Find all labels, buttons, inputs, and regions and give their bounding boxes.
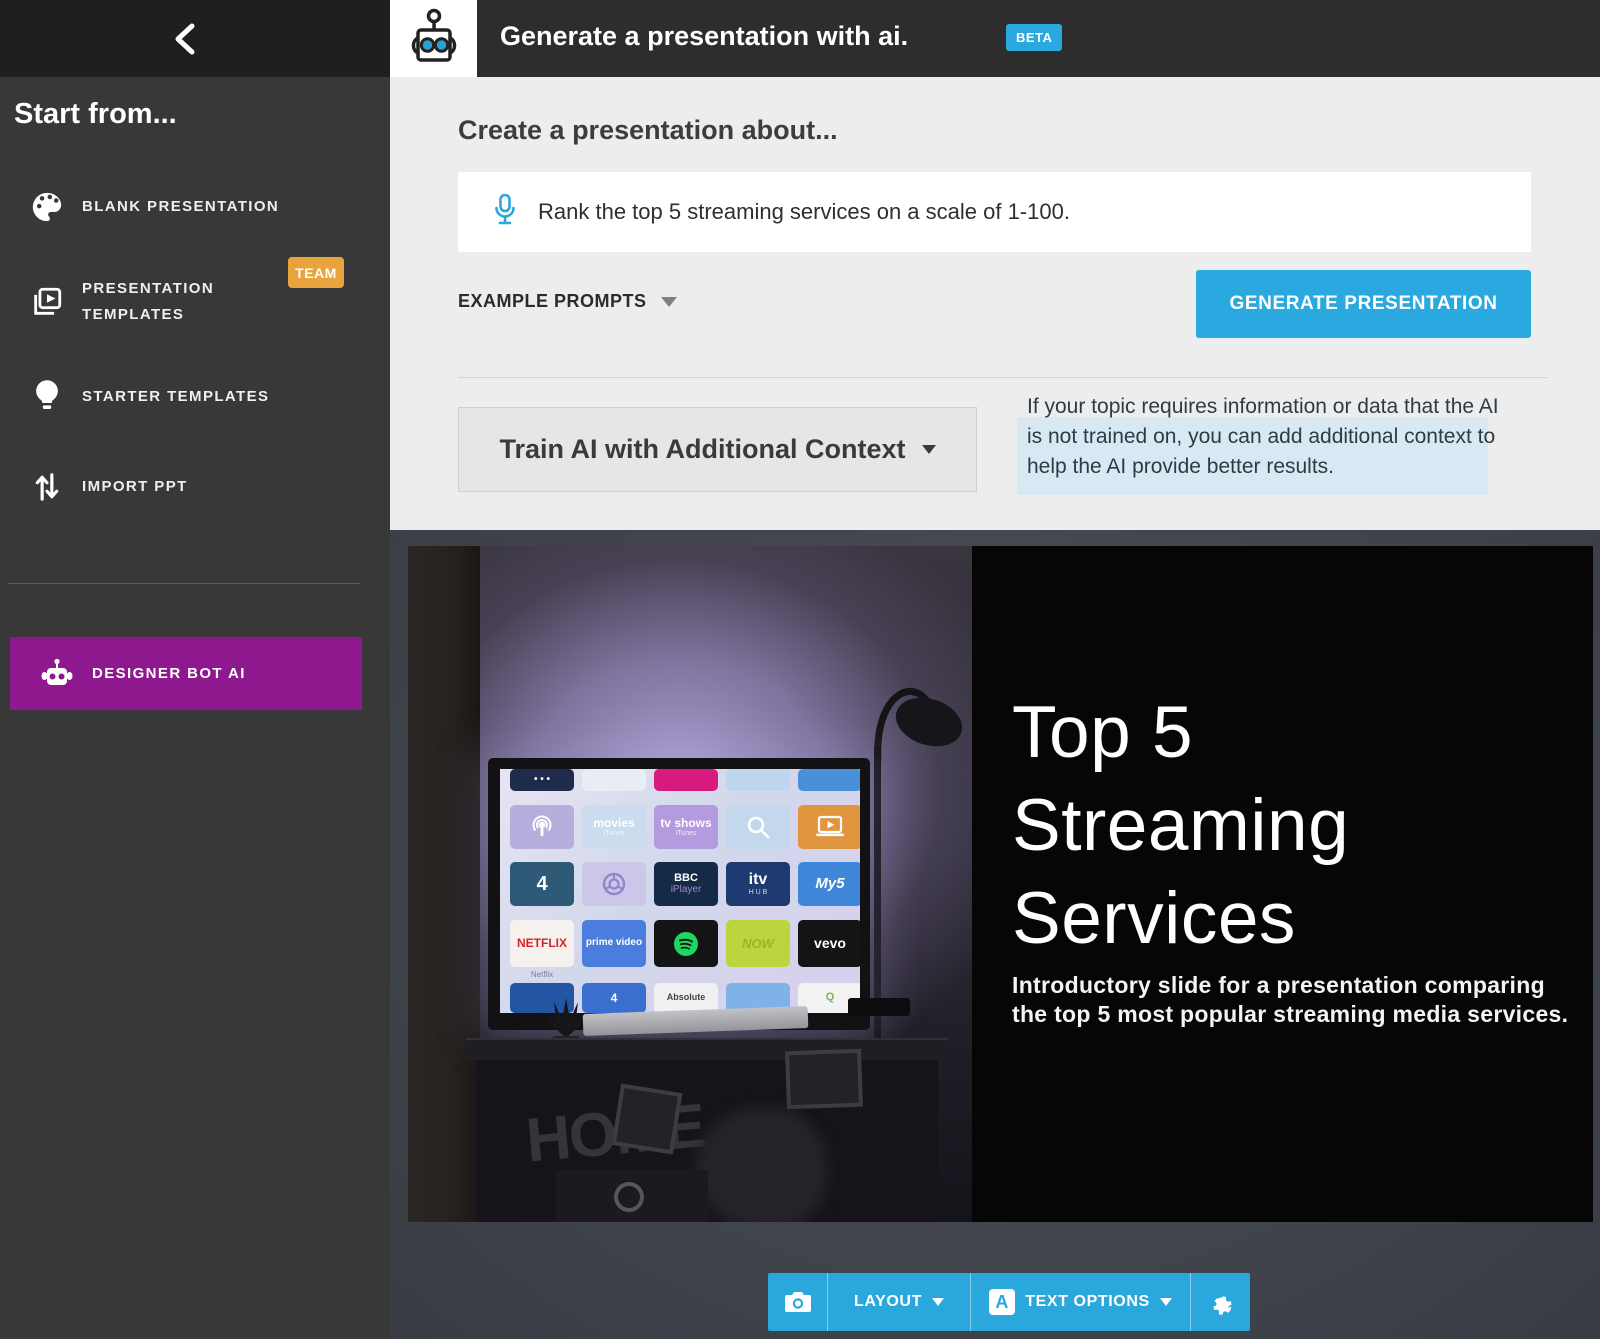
prompt-input[interactable]: Rank the top 5 streaming services on a s… bbox=[458, 172, 1531, 252]
app-window: Start from... BLANK PRESENTATION PRESENT… bbox=[0, 0, 1600, 1339]
dog-silhouette bbox=[696, 1108, 826, 1222]
back-chevron-icon[interactable] bbox=[168, 22, 204, 56]
slide-title[interactable]: Top 5 Streaming Services bbox=[972, 686, 1349, 965]
tv-app-tile: NOW bbox=[726, 920, 790, 967]
sidebar-item-label: BLANK PRESENTATION bbox=[82, 194, 279, 220]
sidebar-divider bbox=[8, 583, 360, 584]
camera-icon bbox=[784, 1290, 812, 1314]
sidebar-item-designer-bot-ai[interactable]: DESIGNER BOT AI bbox=[10, 637, 362, 710]
tv-app-tile: My5 bbox=[798, 862, 860, 906]
sidebar-top-bar bbox=[0, 0, 390, 77]
sidebar: Start from... BLANK PRESENTATION PRESENT… bbox=[0, 0, 390, 1339]
robot-icon bbox=[38, 658, 76, 690]
tv-stand: HOME bbox=[466, 1038, 948, 1222]
tv-app-tile: NETFLIX bbox=[510, 920, 574, 967]
train-ai-label: Train AI with Additional Context bbox=[500, 434, 906, 465]
tv-app-row: • • • bbox=[510, 769, 860, 791]
tv-app-tile bbox=[582, 769, 646, 791]
tv-app-tile bbox=[726, 805, 790, 849]
tv-app-tile: BBCiPlayer bbox=[654, 862, 718, 906]
picture-frame bbox=[785, 1049, 863, 1110]
tv-app-tile: tv showsiTunes bbox=[654, 805, 718, 849]
robot-logo-icon bbox=[406, 8, 462, 70]
create-heading: Create a presentation about... bbox=[458, 115, 838, 146]
slide-photo: • • • moviesiTunestv showsiTunes 4 BBCiPlay… bbox=[408, 546, 972, 1222]
tv-app-row: 4 BBCiPlayeritvH U BMy5 bbox=[510, 862, 860, 906]
drawer bbox=[556, 1170, 708, 1222]
tv-app-row: moviesiTunestv showsiTunes bbox=[510, 805, 860, 849]
tv-app-tile bbox=[510, 805, 574, 849]
example-prompts-label: EXAMPLE PROMPTS bbox=[458, 291, 647, 312]
text-options-label: TEXT OPTIONS bbox=[1025, 1293, 1150, 1311]
slide-workspace: • • • moviesiTunestv showsiTunes 4 BBCiPlay… bbox=[390, 530, 1600, 1339]
sidebar-item-blank-presentation[interactable]: BLANK PRESENTATION bbox=[0, 178, 390, 236]
tv-app-tile bbox=[582, 862, 646, 906]
sidebar-item-label: STARTER TEMPLATES bbox=[82, 384, 269, 410]
tv-app-row: NETFLIXprime video NOWvevo bbox=[510, 920, 860, 967]
beta-badge: BETA bbox=[1006, 24, 1062, 51]
panel-divider bbox=[458, 377, 1548, 378]
templates-icon bbox=[28, 285, 66, 319]
sidebar-item-presentation-templates[interactable]: PRESENTATION TEMPLATES TEAM bbox=[0, 272, 390, 332]
chevron-down-icon bbox=[661, 297, 677, 307]
tv-app-tile: moviesiTunes bbox=[582, 805, 646, 849]
settings-button[interactable] bbox=[1190, 1273, 1250, 1331]
help-text-block: If your topic requires information or da… bbox=[1027, 392, 1502, 517]
prompt-panel: Create a presentation about... Rank the … bbox=[390, 77, 1600, 530]
layout-label: LAYOUT bbox=[854, 1293, 922, 1311]
import-arrows-icon bbox=[28, 470, 66, 504]
sidebar-heading: Start from... bbox=[14, 98, 177, 131]
tv-app-tile: • • • bbox=[510, 769, 574, 791]
slide-toolbar: LAYOUT A TEXT OPTIONS bbox=[768, 1273, 1250, 1331]
tv-app-caption: Netflix bbox=[510, 970, 574, 979]
robot-logo-box bbox=[390, 0, 477, 77]
text-options-dropdown-button[interactable]: A TEXT OPTIONS bbox=[970, 1273, 1190, 1331]
prompt-input-value: Rank the top 5 streaming services on a s… bbox=[538, 199, 1070, 225]
lightbulb-icon bbox=[28, 379, 66, 415]
team-badge: TEAM bbox=[288, 257, 344, 288]
gear-icon bbox=[1207, 1288, 1235, 1316]
media-box bbox=[848, 998, 910, 1016]
picture-frame bbox=[612, 1084, 683, 1155]
tv-app-tile: Absolute bbox=[654, 983, 718, 1013]
chevron-down-icon bbox=[932, 1298, 944, 1306]
slide-preview[interactable]: • • • moviesiTunestv showsiTunes 4 BBCiPlay… bbox=[408, 546, 1593, 1222]
example-prompts-dropdown[interactable]: EXAMPLE PROMPTS bbox=[458, 291, 677, 312]
sidebar-item-label: DESIGNER BOT AI bbox=[92, 661, 246, 687]
tv-app-tile bbox=[654, 920, 718, 967]
text-style-icon: A bbox=[989, 1289, 1015, 1315]
sidebar-item-import-ppt[interactable]: IMPORT PPT bbox=[0, 458, 390, 516]
help-text: If your topic requires information or da… bbox=[1027, 392, 1502, 482]
header-bar: Generate a presentation with ai. BETA bbox=[390, 0, 1600, 77]
chevron-down-icon bbox=[922, 445, 936, 454]
tv-app-tile: 4 bbox=[510, 862, 574, 906]
tv-screen: • • • moviesiTunestv showsiTunes 4 BBCiPlay… bbox=[500, 769, 860, 1013]
photo-button[interactable] bbox=[768, 1273, 827, 1331]
slide-text-panel: Top 5 Streaming Services Introductory sl… bbox=[972, 546, 1593, 1222]
tv-app-tile: prime video bbox=[582, 920, 646, 967]
sidebar-item-label: PRESENTATION TEMPLATES bbox=[82, 276, 214, 328]
tv-app-tile bbox=[726, 769, 790, 791]
sidebar-item-label: IMPORT PPT bbox=[82, 474, 188, 500]
layout-dropdown-button[interactable]: LAYOUT bbox=[827, 1273, 970, 1331]
microphone-icon[interactable] bbox=[494, 194, 516, 231]
tv-app-tile bbox=[798, 769, 860, 791]
page-title: Generate a presentation with ai. bbox=[500, 21, 908, 52]
slide-subtitle[interactable]: Introductory slide for a presentation co… bbox=[1012, 971, 1572, 1029]
tv-app-tile: itvH U B bbox=[726, 862, 790, 906]
chevron-down-icon bbox=[1160, 1298, 1172, 1306]
palette-icon bbox=[28, 190, 66, 224]
generate-presentation-button[interactable]: GENERATE PRESENTATION bbox=[1196, 270, 1531, 338]
sidebar-item-starter-templates[interactable]: STARTER TEMPLATES bbox=[0, 368, 390, 426]
tv-app-tile bbox=[654, 769, 718, 791]
train-ai-dropdown-button[interactable]: Train AI with Additional Context bbox=[458, 407, 977, 492]
tv-app-tile: vevo bbox=[798, 920, 860, 967]
tv-app-tile bbox=[798, 805, 860, 849]
